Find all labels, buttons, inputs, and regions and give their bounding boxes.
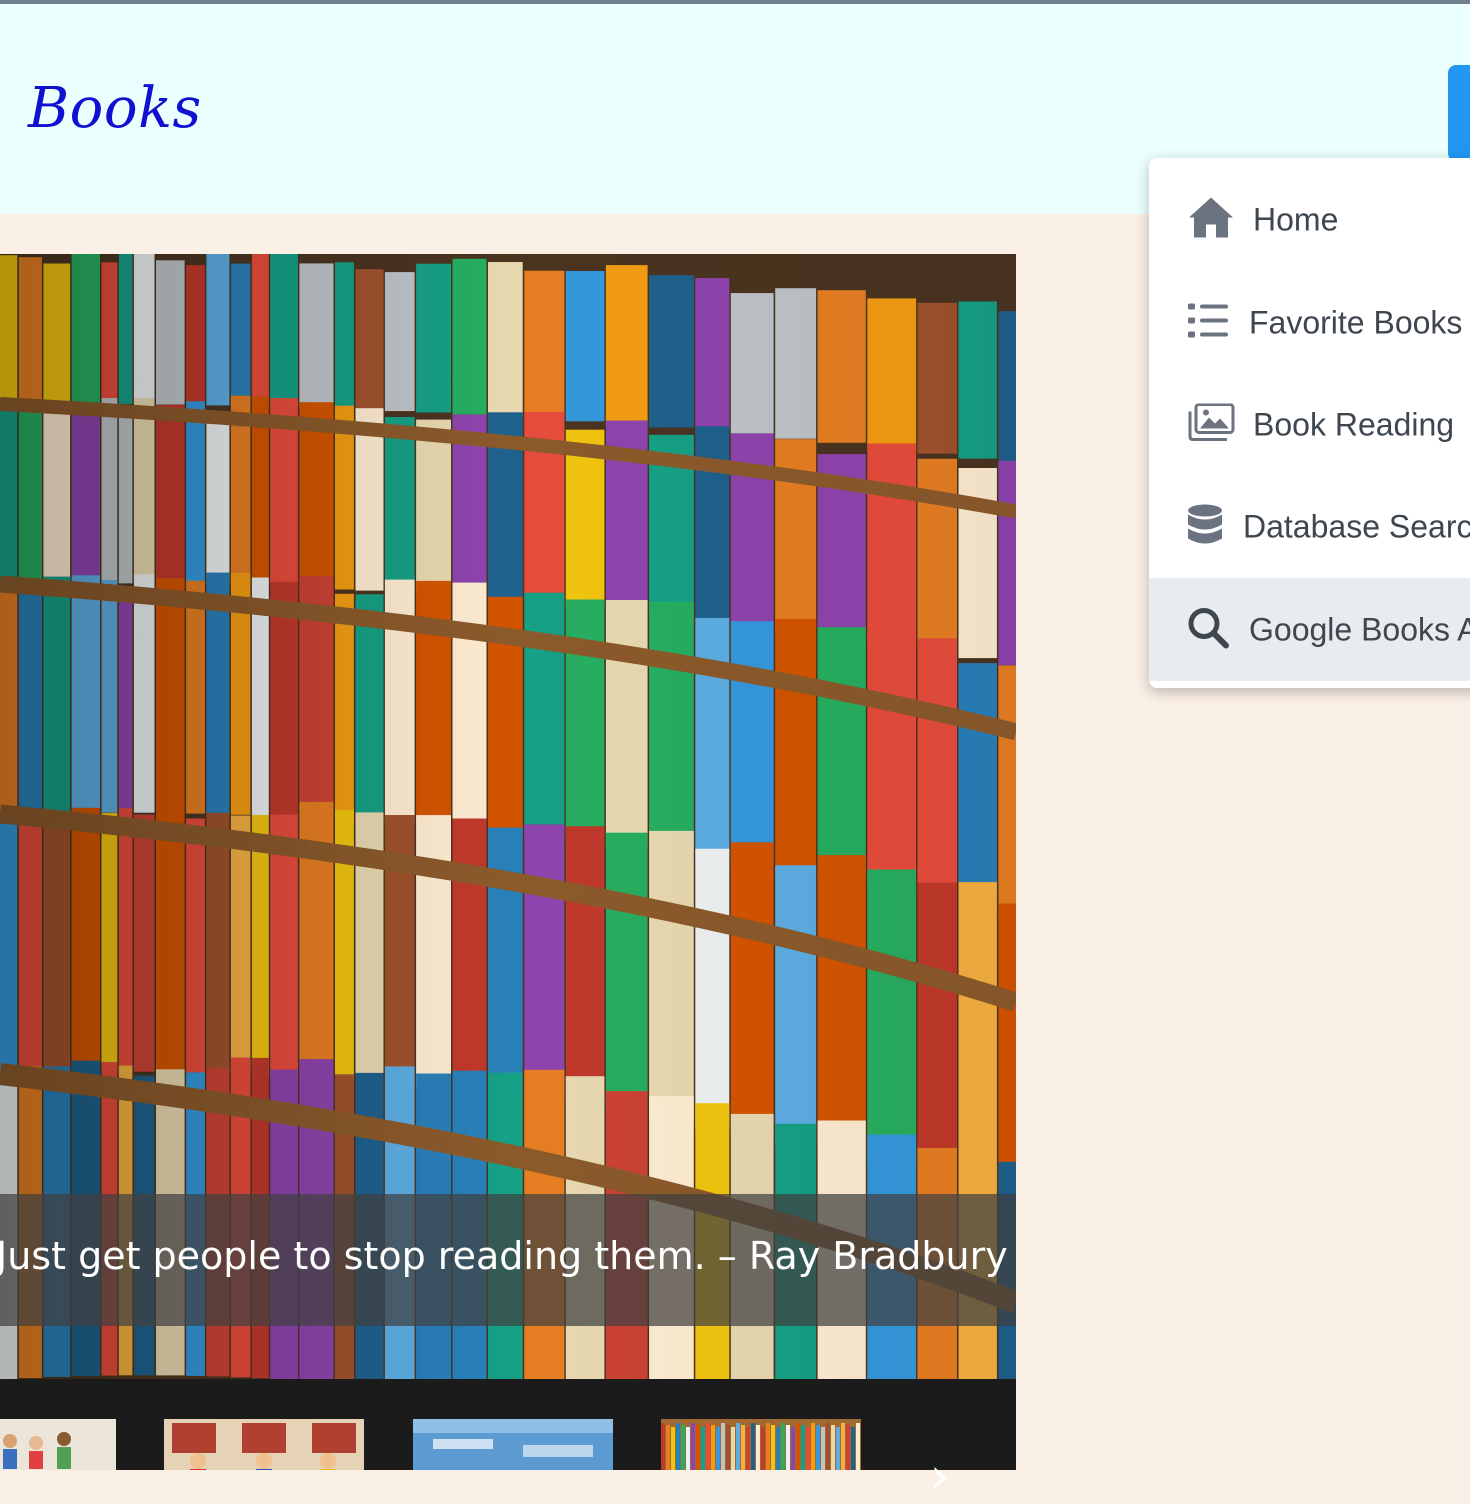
thumbnail-4[interactable] bbox=[661, 1419, 861, 1470]
list-icon bbox=[1187, 302, 1229, 343]
thumbnail-1[interactable] bbox=[0, 1419, 116, 1470]
carousel-caption: Just get people to stop reading them. – … bbox=[0, 1194, 1016, 1326]
thumbnail-strip bbox=[0, 1379, 1016, 1470]
menu-toggle-button[interactable] bbox=[1448, 65, 1470, 161]
menu-item-label: Book Reading bbox=[1253, 406, 1455, 442]
thumbnail-3[interactable] bbox=[413, 1419, 613, 1470]
menu-item-label: Database Search bbox=[1243, 508, 1470, 544]
home-icon bbox=[1187, 195, 1235, 244]
menu-item-google-books-api[interactable]: Google Books API bbox=[1149, 578, 1470, 681]
menu-item-favorite-books[interactable]: Favorite Books bbox=[1149, 271, 1470, 374]
search-icon bbox=[1187, 606, 1229, 653]
next-slide-button[interactable]: › bbox=[930, 1452, 949, 1500]
menu-item-label: Home bbox=[1253, 201, 1339, 237]
database-icon bbox=[1187, 503, 1223, 550]
thumbnail-2[interactable] bbox=[164, 1419, 364, 1470]
menu-item-label: Favorite Books bbox=[1249, 304, 1463, 340]
menu-item-database-search[interactable]: Database Search bbox=[1149, 475, 1470, 578]
brand-logo[interactable]: Books bbox=[28, 76, 202, 141]
menu-item-label: Google Books API bbox=[1249, 611, 1470, 647]
menu-item-home[interactable]: Home bbox=[1149, 168, 1470, 271]
images-icon bbox=[1187, 402, 1235, 446]
dropdown-menu: Home Favorite Books Book Reading Databas… bbox=[1149, 158, 1470, 688]
quote-text: Just get people to stop reading them. – … bbox=[0, 1234, 1008, 1278]
menu-item-book-reading[interactable]: Book Reading bbox=[1149, 373, 1470, 476]
